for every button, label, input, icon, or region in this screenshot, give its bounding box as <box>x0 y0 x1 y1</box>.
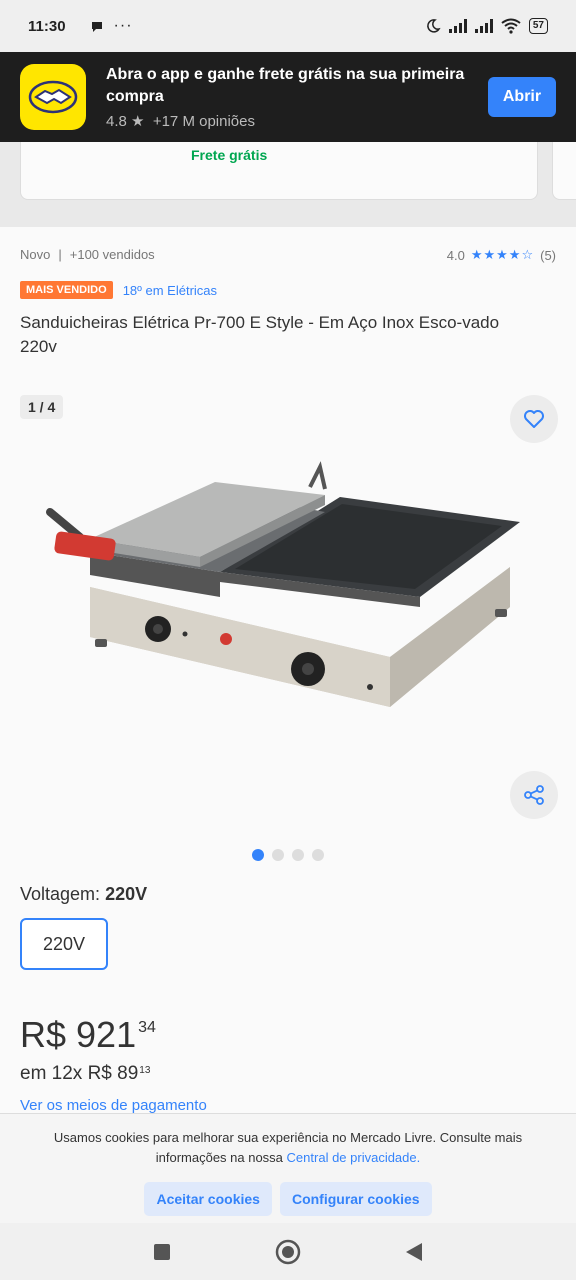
price-main: R$ 921 <box>20 1014 137 1055</box>
product-section: Novo | +100 vendidos 4.0 ★★★★☆ (5) MAIS … <box>0 227 576 1117</box>
heart-icon <box>524 410 544 428</box>
price-cents: 34 <box>138 1019 156 1036</box>
variant-label-text: Voltagem: <box>20 884 101 904</box>
configure-cookies-button[interactable]: Configurar cookies <box>279 1182 432 1216</box>
product-image <box>46 461 520 707</box>
image-gallery[interactable]: 1 / 4 <box>0 377 576 861</box>
moon-icon <box>427 19 441 33</box>
favorite-button[interactable] <box>510 395 558 443</box>
app-logo <box>20 64 86 130</box>
variant-label: Voltagem: 220V <box>20 884 147 905</box>
app-rating-value: 4.8 <box>106 113 127 130</box>
badge-row: MAIS VENDIDO 18º em Elétricas <box>20 281 217 299</box>
dots-icon: ··· <box>113 17 133 34</box>
free-shipping-label: Frete grátis <box>191 147 268 163</box>
circle-nav-icon[interactable] <box>275 1239 301 1265</box>
app-install-banner[interactable]: Abra o app e ganhe frete grátis na sua p… <box>0 52 576 142</box>
payment-methods-link[interactable]: Ver os meios de pagamento <box>20 1097 207 1114</box>
status-time: 11:30 <box>28 17 66 35</box>
pagination-dot-2[interactable] <box>272 849 284 861</box>
product-meta: Novo | +100 vendidos 4.0 ★★★★☆ (5) <box>20 247 556 263</box>
cookie-actions: Aceitar cookies Configurar cookies <box>0 1182 576 1216</box>
status-bar: 11:30 ··· 57 <box>0 0 576 52</box>
pagination-dot-1[interactable] <box>252 849 264 861</box>
signal-icon <box>474 19 493 33</box>
share-button[interactable] <box>510 771 558 819</box>
installments-cents: 13 <box>139 1065 151 1076</box>
signal-icon <box>448 19 467 33</box>
app-reviews-count: +17 M opiniões <box>152 113 255 130</box>
system-nav-bar <box>0 1223 576 1280</box>
open-app-button[interactable]: Abrir <box>488 77 556 117</box>
variant-option-220v[interactable]: 220V <box>20 918 108 970</box>
pagination-dot-3[interactable] <box>292 849 304 861</box>
battery-icon: 57 <box>528 18 548 34</box>
wifi-icon <box>501 18 521 34</box>
accept-cookies-button[interactable]: Aceitar cookies <box>144 1182 272 1216</box>
rating-value: 4.0 <box>446 247 465 263</box>
cookie-message: Usamos cookies para melhorar sua experiê… <box>30 1128 546 1168</box>
best-seller-badge: MAIS VENDIDO <box>20 281 113 299</box>
handshake-icon <box>28 80 78 114</box>
pagination-dot-4[interactable] <box>312 849 324 861</box>
privacy-center-link[interactable]: Central de privacidade. <box>287 1150 421 1165</box>
category-rank-link[interactable]: 18º em Elétricas <box>123 283 217 298</box>
app-rating: 4.8 ★ +17 M opiniões <box>106 112 488 130</box>
app-banner-title: Abra o app e ganhe frete grátis na sua p… <box>106 66 465 105</box>
image-counter: 1 / 4 <box>20 395 64 419</box>
product-rating[interactable]: 4.0 ★★★★☆ (5) <box>447 247 556 263</box>
meta-separator: | <box>58 247 62 262</box>
share-icon <box>524 785 544 805</box>
image-pagination[interactable] <box>0 849 576 861</box>
rating-count: (5) <box>540 247 556 263</box>
cookie-banner: Usamos cookies para melhorar sua experiê… <box>0 1113 576 1223</box>
chat-bubble-icon <box>91 22 102 32</box>
variant-selected-value: 220V <box>105 884 148 904</box>
star-icon: ★★★★☆ <box>470 247 535 262</box>
installments-text: em 12x R$ 89 <box>20 1063 139 1084</box>
product-condition: Novo <box>20 247 51 262</box>
product-sold-count: +100 vendidos <box>69 247 155 262</box>
installments: em 12x R$ 89 13 <box>20 1063 150 1085</box>
product-price: R$ 921 34 <box>20 1013 156 1057</box>
square-nav-icon[interactable] <box>152 1242 172 1262</box>
star-icon: ★ <box>131 113 145 130</box>
back-nav-icon[interactable] <box>404 1241 424 1263</box>
product-title: Sanduicheiras Elétrica Pr-700 E Style - … <box>20 313 500 356</box>
